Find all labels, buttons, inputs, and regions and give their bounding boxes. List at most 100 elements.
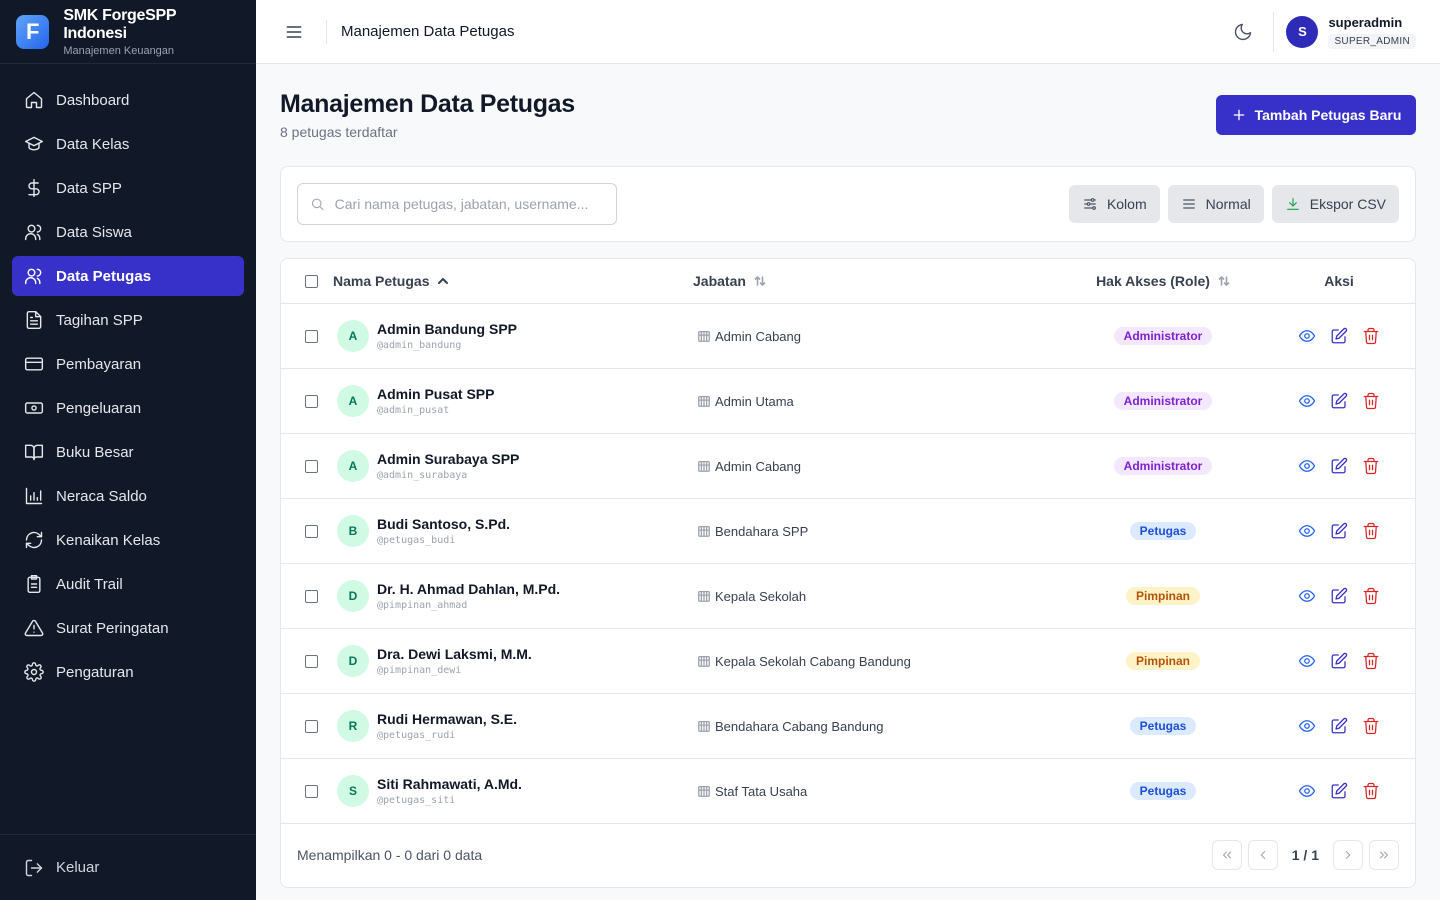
edit-icon[interactable] — [1330, 327, 1348, 345]
view-icon[interactable] — [1298, 587, 1316, 605]
row-checkbox[interactable] — [304, 459, 318, 473]
view-icon[interactable] — [1298, 782, 1316, 800]
row-checkbox[interactable] — [304, 394, 318, 408]
view-icon[interactable] — [1298, 392, 1316, 410]
delete-icon[interactable] — [1362, 652, 1380, 670]
sidebar-item-tagihan-spp[interactable]: Tagihan SPP — [12, 300, 244, 340]
initial-avatar: A — [337, 320, 369, 352]
delete-icon[interactable] — [1362, 327, 1380, 345]
role-badge: Pimpinan — [1125, 587, 1200, 605]
sort-asc-icon — [438, 278, 449, 284]
edit-icon[interactable] — [1330, 652, 1348, 670]
sidebar-item-neraca-saldo[interactable]: Neraca Saldo — [12, 476, 244, 516]
sidebar-item-data-spp[interactable]: Data SPP — [12, 168, 244, 208]
petugas-job: Staf Tata Usaha — [715, 783, 808, 799]
dollar-icon — [28, 178, 40, 198]
col-header-name-label: Nama Petugas — [333, 273, 430, 289]
sidebar-item-audit-trail[interactable]: Audit Trail — [12, 564, 244, 604]
menu-icon[interactable] — [284, 22, 304, 42]
chevron-right-icon — [1345, 850, 1351, 860]
petugas-job: Kepala Sekolah Cabang Bandung — [715, 653, 911, 669]
row-checkbox[interactable] — [304, 329, 318, 343]
table-footer: Menampilkan 0 - 0 dari 0 data 1 / 1 — [281, 823, 1415, 887]
petugas-username: @petugas_budi — [377, 535, 456, 546]
petugas-username: @pimpinan_dewi — [377, 665, 462, 676]
row-checkbox[interactable] — [304, 524, 318, 538]
row-checkbox[interactable] — [304, 654, 318, 668]
user-info[interactable]: superadmin SUPER_ADMIN — [1328, 15, 1416, 49]
petugas-job: Admin Cabang — [715, 328, 801, 344]
sidebar-item-kenaikan-kelas[interactable]: Kenaikan Kelas — [12, 520, 244, 560]
row-checkbox[interactable] — [304, 719, 318, 733]
sidebar-item-surat-peringatan[interactable]: Surat Peringatan — [12, 608, 244, 648]
petugas-name: Siti Rahmawati, A.Md. — [377, 776, 522, 792]
gear-icon — [24, 662, 44, 682]
sidebar-item-data-petugas[interactable]: Data Petugas — [12, 256, 244, 296]
row-checkbox[interactable] — [304, 784, 318, 798]
building-icon — [698, 395, 710, 407]
sidebar-item-pembayaran[interactable]: Pembayaran — [12, 344, 244, 384]
edit-icon[interactable] — [1330, 457, 1348, 475]
edit-icon[interactable] — [1330, 587, 1348, 605]
density-button[interactable]: Normal — [1167, 185, 1264, 223]
petugas-table: Nama Petugas Jabatan Hak Akses (Role) Ak… — [280, 258, 1416, 888]
col-header-job[interactable]: Jabatan — [693, 273, 1063, 289]
petugas-username: @pimpinan_ahmad — [377, 600, 468, 611]
logout-button[interactable]: Keluar — [0, 834, 256, 900]
next-page-button[interactable] — [1333, 840, 1363, 870]
warning-icon — [24, 619, 44, 637]
view-icon[interactable] — [1298, 327, 1316, 345]
view-icon[interactable] — [1298, 457, 1316, 475]
export-csv-label: Ekspor CSV — [1309, 196, 1386, 212]
edit-icon[interactable] — [1330, 392, 1348, 410]
select-all-checkbox[interactable] — [304, 274, 318, 288]
columns-button[interactable]: Kolom — [1068, 185, 1160, 223]
main-content: Manajemen Data Petugas 8 petugas terdaft… — [256, 64, 1440, 900]
petugas-name: Rudi Hermawan, S.E. — [377, 711, 518, 727]
sidebar-item-label: Data Siswa — [56, 223, 132, 241]
edit-icon[interactable] — [1330, 782, 1348, 800]
prev-page-button[interactable] — [1247, 840, 1278, 870]
avatar[interactable]: S — [1286, 15, 1319, 48]
sidebar-item-dashboard[interactable]: Dashboard — [12, 80, 244, 120]
edit-icon[interactable] — [1330, 717, 1348, 735]
graduation-cap-icon — [24, 136, 44, 151]
chevron-left-icon — [1260, 850, 1266, 860]
sidebar-item-pengeluaran[interactable]: Pengeluaran — [12, 388, 244, 428]
delete-icon[interactable] — [1362, 457, 1380, 475]
petugas-job: Bendahara Cabang Bandung — [715, 718, 884, 734]
table-row: A Admin Surabaya SPP @admin_surabaya Admin … — [281, 434, 1415, 499]
export-csv-button[interactable]: Ekspor CSV — [1271, 185, 1399, 223]
sidebar-item-buku-besar[interactable]: Buku Besar — [12, 432, 244, 472]
sidebar-item-label: Dashboard — [56, 91, 130, 109]
edit-icon[interactable] — [1330, 522, 1348, 540]
delete-icon[interactable] — [1362, 782, 1380, 800]
delete-icon[interactable] — [1362, 587, 1380, 605]
view-icon[interactable] — [1298, 522, 1316, 540]
petugas-username: @petugas_rudi — [377, 730, 456, 741]
initial-avatar: B — [337, 515, 369, 547]
sidebar-item-data-kelas[interactable]: Data Kelas — [12, 124, 244, 164]
last-page-button[interactable] — [1369, 840, 1399, 870]
row-checkbox[interactable] — [304, 589, 318, 603]
sidebar-item-label: Surat Peringatan — [56, 619, 169, 637]
search-input[interactable] — [334, 196, 604, 212]
toolbar: Kolom Normal Ekspor CSV — [280, 166, 1416, 242]
building-icon — [698, 720, 710, 732]
sidebar-item-pengaturan[interactable]: Pengaturan — [12, 652, 244, 692]
view-icon[interactable] — [1298, 717, 1316, 735]
moon-icon[interactable] — [1233, 22, 1253, 42]
role-badge: Petugas — [1129, 522, 1197, 540]
first-page-button[interactable] — [1211, 840, 1242, 870]
sidebar-item-data-siswa[interactable]: Data Siswa — [12, 212, 244, 252]
density-label: Normal — [1205, 196, 1251, 212]
col-header-role[interactable]: Hak Akses (Role) — [1063, 273, 1263, 289]
chevrons-left-icon — [1222, 851, 1231, 859]
col-header-name[interactable]: Nama Petugas — [333, 273, 693, 289]
add-petugas-button[interactable]: Tambah Petugas Baru — [1216, 95, 1416, 135]
view-icon[interactable] — [1298, 652, 1316, 670]
delete-icon[interactable] — [1362, 392, 1380, 410]
delete-icon[interactable] — [1362, 522, 1380, 540]
delete-icon[interactable] — [1362, 717, 1380, 735]
role-badge: Administrator — [1113, 457, 1213, 475]
